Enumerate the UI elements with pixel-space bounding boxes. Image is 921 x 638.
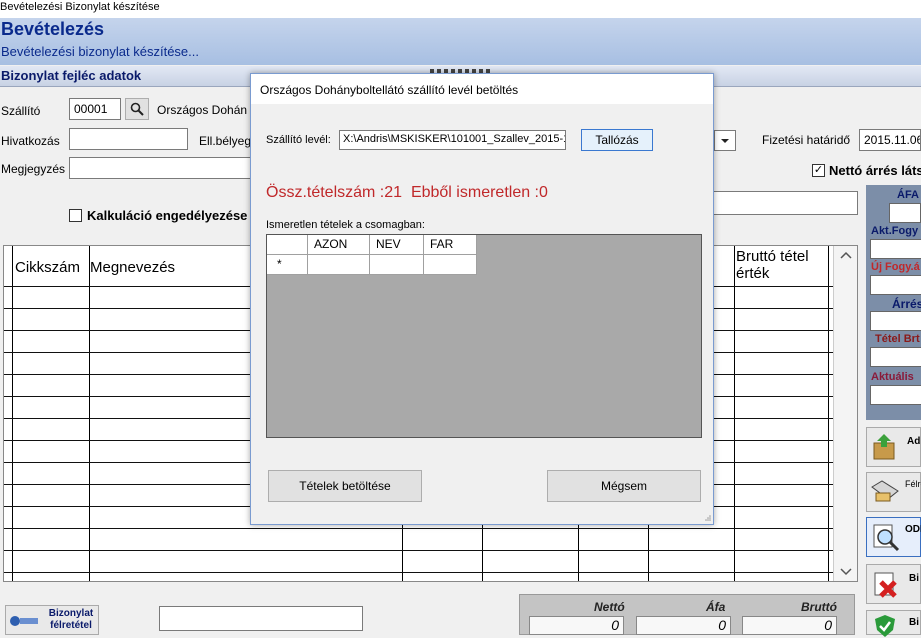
park-icon <box>10 616 38 626</box>
park-button-label: Bizonylat félretétel <box>48 608 94 631</box>
footer-note-field[interactable] <box>159 606 363 631</box>
add-item-button[interactable]: Ad <box>866 427 921 467</box>
shield-check-icon <box>875 615 895 637</box>
net-total-label: Nettó <box>594 600 625 614</box>
new-row-marker: * <box>267 255 308 275</box>
supplier-name: Országos Dohán <box>157 103 248 117</box>
park-side-label: Félre <box>905 479 921 489</box>
ode-load-button[interactable]: ODE <box>866 517 921 557</box>
unknown-items-label: Ismeretlen tételek a csomagban: <box>266 219 425 231</box>
net-total-value: 0 <box>529 616 624 635</box>
save-doc-button[interactable]: Bi <box>866 610 921 637</box>
new-row-far[interactable] <box>424 255 477 275</box>
stamp-label: Ell.bélyeg <box>199 134 252 148</box>
column-header-megnevezes[interactable]: Megnevezés <box>90 259 175 276</box>
box-add-icon <box>873 434 895 460</box>
rp-field-arres[interactable] <box>870 311 921 331</box>
delete-doc-label: Bi <box>909 573 919 584</box>
reference-label: Hivatkozás <box>1 134 60 148</box>
rp-label-aktualis: Aktuális <box>871 371 914 383</box>
payment-deadline-label: Fizetési határidő <box>762 133 851 147</box>
column-header-far[interactable]: FAR <box>424 235 477 255</box>
note-field[interactable] <box>69 157 251 179</box>
net-margin-label: Nettó árrés láts <box>829 163 921 178</box>
dropdown[interactable] <box>714 130 736 151</box>
dialog-title: Országos Dohányboltellátó szállító levél… <box>251 74 713 104</box>
chevron-up-icon <box>840 251 852 259</box>
chevron-down-icon <box>840 568 852 576</box>
grid-scrollbar[interactable] <box>833 246 857 581</box>
folder-icon <box>871 480 899 502</box>
file-path-field[interactable]: X:\Andris\MSKISKER\101001_Szallev_2015-1 <box>339 130 566 150</box>
resize-grip-icon[interactable] <box>704 514 712 522</box>
summary-text: Össz.tételszám :21 Ebből ismeretlen :0 <box>266 184 548 201</box>
rp-label-uj-fogy: Új Fogy.á <box>871 261 920 273</box>
new-row-azon[interactable] <box>308 255 370 275</box>
column-header-azon[interactable]: AZON <box>308 235 370 255</box>
checkbox-checked-icon: ✓ <box>812 164 825 177</box>
page-subtitle: Bevételezési bizonylat készítése... <box>1 44 199 59</box>
reference-field[interactable] <box>69 128 188 150</box>
note-label: Megjegyzés <box>1 162 66 176</box>
rp-label-akt-fogy: Akt.Fogy <box>871 225 919 237</box>
calc-enable-label: Kalkuláció engedélyezése <box>87 208 248 223</box>
column-header-nev[interactable]: NEV <box>370 235 424 255</box>
row-header-corner <box>267 235 308 255</box>
unknown-items-grid[interactable]: AZON NEV FAR * <box>266 234 702 438</box>
chevron-down-icon <box>721 139 729 143</box>
ode-load-label: ODE <box>905 524 921 535</box>
payment-deadline-field[interactable]: 2015.11.06 <box>859 129 921 151</box>
file-label: Szállító levél: <box>266 134 331 146</box>
new-row-nev[interactable] <box>370 255 424 275</box>
delete-icon <box>874 572 897 598</box>
load-items-button[interactable]: Tételek betöltése <box>268 470 422 502</box>
rp-label-tetel-brt: Tétel Brt <box>875 333 920 345</box>
checkbox-icon <box>69 209 82 222</box>
delete-doc-button[interactable]: Bi <box>866 564 921 604</box>
calc-enable-checkbox[interactable]: Kalkuláció engedélyezése <box>69 208 247 223</box>
gross-total-label: Bruttó <box>801 600 837 614</box>
net-margin-checkbox[interactable]: ✓ Nettó árrés láts <box>812 163 921 178</box>
gross-total-value: 0 <box>742 616 837 635</box>
cancel-button[interactable]: Mégsem <box>547 470 701 502</box>
park-side-button[interactable]: Félre <box>866 472 921 512</box>
search-icon <box>130 102 144 116</box>
browse-button[interactable]: Tallózás <box>581 129 653 151</box>
filter-field[interactable] <box>700 191 858 215</box>
window-title: Bevételezési Bizonylat készítése <box>0 0 921 18</box>
rp-field-afa[interactable] <box>889 203 921 223</box>
supplier-label: Szállító <box>1 104 41 118</box>
park-button[interactable]: Bizonylat félretétel <box>5 605 99 635</box>
rp-field-akt-fogy[interactable] <box>870 239 921 259</box>
page-title: Bevételezés <box>1 19 105 39</box>
rp-field-tetel-brt[interactable] <box>870 347 921 367</box>
supplier-search-button[interactable] <box>125 98 149 120</box>
vat-total-value: 0 <box>636 616 731 635</box>
section-label: Bizonylat fejléc adatok <box>1 68 142 83</box>
column-header-brutto[interactable]: Bruttó tétel érték <box>736 248 826 282</box>
rp-field-aktualis[interactable] <box>870 385 921 405</box>
column-header-cikkszam[interactable]: Cikkszám <box>15 259 80 276</box>
save-doc-label: Bi <box>909 617 919 628</box>
magnifier-document-icon <box>873 524 900 552</box>
rp-label-afa: ÁFA <box>897 189 919 201</box>
supplier-code-field[interactable]: 00001 <box>69 98 121 120</box>
rp-field-uj-fogy[interactable] <box>870 275 921 295</box>
add-item-label: Ad <box>907 436 921 447</box>
vat-total-label: Áfa <box>706 600 726 614</box>
rp-label-arres: Árrés <box>892 297 921 311</box>
